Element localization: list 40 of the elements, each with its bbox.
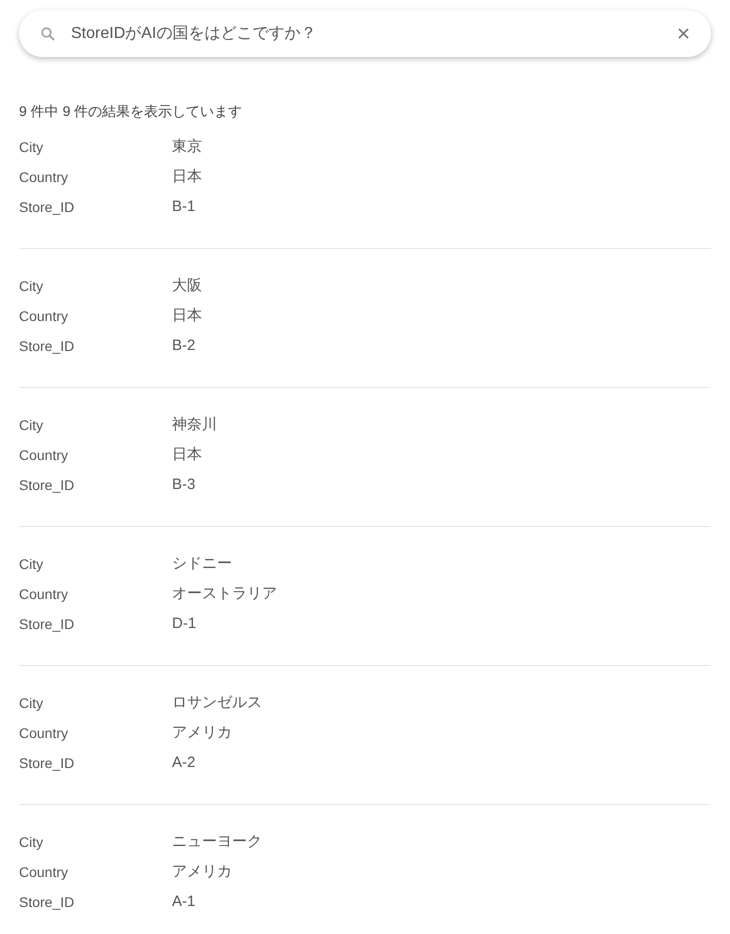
field-value: ロサンゼルス — [172, 692, 262, 713]
field-label: City — [19, 416, 44, 435]
field-label: City — [19, 694, 44, 713]
field-value: B-2 — [172, 336, 196, 356]
field-value: オーストラリア — [172, 584, 277, 604]
field-label: City — [19, 138, 44, 157]
field-value: A-1 — [172, 892, 196, 912]
search-icon — [41, 26, 55, 40]
field-label: Store_ID — [19, 892, 76, 912]
field-label: Country — [19, 306, 70, 326]
field-label: Country — [19, 168, 70, 187]
field-label: Country — [19, 584, 70, 604]
field-label: Country — [19, 862, 70, 882]
field-label: Store_ID — [19, 198, 76, 217]
result-count: 9 件中 9 件の結果を表示しています — [19, 102, 242, 121]
field-value: D-1 — [172, 614, 196, 634]
field-value: B-3 — [172, 474, 196, 495]
field-value: 大阪 — [172, 276, 202, 296]
field-label: City — [19, 554, 44, 574]
field-value: 日本 — [172, 306, 202, 326]
field-label: Store_ID — [19, 336, 76, 356]
field-value: アメリカ — [172, 862, 232, 882]
field-value: シドニー — [172, 554, 232, 574]
field-value: 東京 — [172, 136, 202, 157]
field-label: Store_ID — [19, 614, 76, 634]
field-value: 日本 — [172, 166, 202, 187]
close-icon — [678, 28, 688, 39]
field-label: City — [19, 276, 44, 296]
field-value: B-1 — [172, 196, 196, 217]
field-label: Store_ID — [19, 754, 76, 773]
field-label: Store_ID — [19, 476, 76, 495]
field-value: 神奈川 — [172, 414, 217, 435]
field-value: アメリカ — [172, 722, 232, 743]
field-value: ニューヨーク — [172, 832, 262, 852]
field-label: Country — [19, 724, 70, 743]
field-value: 日本 — [172, 444, 202, 465]
field-value: A-2 — [172, 752, 196, 773]
search-field[interactable]: StoreIDがAIの国をはどこですか？ — [71, 22, 675, 46]
field-label: City — [19, 832, 44, 852]
field-label: Country — [19, 446, 70, 465]
